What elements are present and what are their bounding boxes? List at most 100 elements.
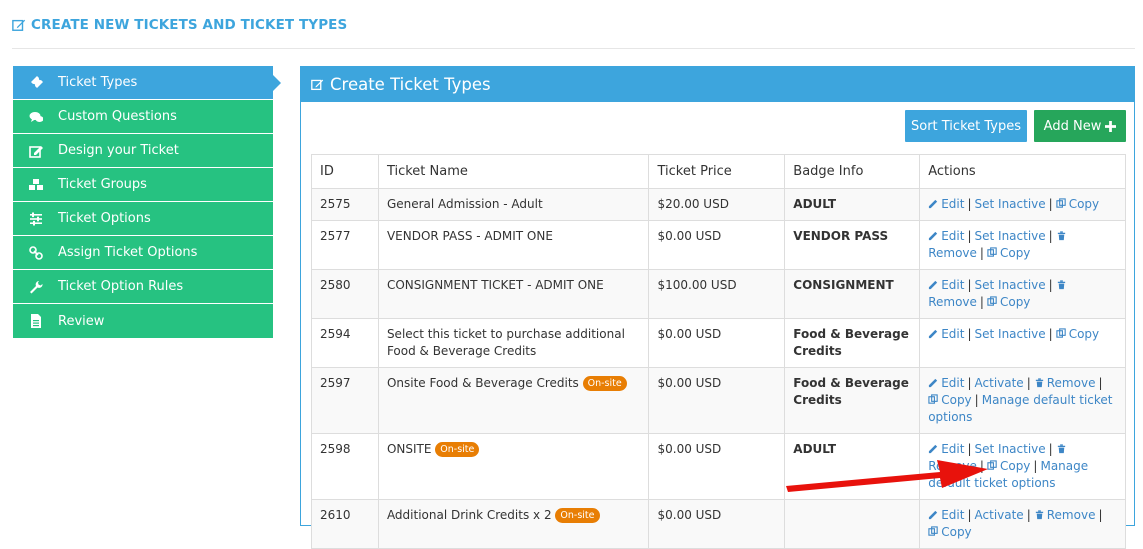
sidebar-item-ticket-options[interactable]: Ticket Options: [13, 202, 273, 236]
sidebar-item-label: Assign Ticket Options: [58, 245, 198, 260]
action-label: Set Inactive: [974, 278, 1046, 292]
onsite-badge: On-site: [582, 376, 627, 391]
sidebar: Ticket Types Custom Questions Design your …: [13, 66, 281, 338]
action-set-inactive-link[interactable]: Set Inactive: [975, 197, 1046, 211]
action-label: Copy: [941, 393, 972, 407]
action-separator: |: [967, 376, 972, 390]
badge-info: [784, 499, 921, 549]
page-header: CREATE NEW TICKETS AND TICKET TYPES: [12, 14, 347, 36]
sidebar-item-ticket-option-rules[interactable]: Ticket Option Rules: [13, 270, 273, 304]
add-new-label: Add New: [1043, 118, 1102, 134]
action-copy-link[interactable]: Copy: [1056, 327, 1099, 341]
ticket-price: $0.00 USD: [648, 318, 786, 368]
badge-info: ADULT: [784, 188, 921, 221]
action-label: Activate: [974, 508, 1024, 522]
sidebar-item-ticket-groups[interactable]: Ticket Groups: [13, 168, 273, 202]
table-row: 2577 VENDOR PASS - ADMIT ONE $0.00 USD VEND…: [311, 220, 1126, 270]
action-activate-link[interactable]: Activate: [975, 508, 1024, 522]
action-label: Edit: [941, 327, 965, 341]
action-label: Set Inactive: [974, 197, 1046, 211]
copy-icon: [1056, 328, 1066, 338]
action-remove-link[interactable]: Remove: [1034, 376, 1095, 390]
action-separator: |: [967, 508, 972, 522]
action-copy-link[interactable]: Copy: [987, 295, 1030, 309]
ticket-name-cell: Onsite Food & Beverage Credits On-site: [377, 367, 650, 434]
ticket-price: $0.00 USD: [648, 220, 786, 270]
trash-icon: [1057, 444, 1065, 454]
action-copy-link[interactable]: Copy: [928, 393, 972, 407]
ticket-price: $20.00 USD: [648, 188, 786, 221]
actions-cell: Edit | Set Inactive |Remove | Copy | Manage def…: [919, 433, 1126, 500]
sidebar-item-design-your-ticket[interactable]: Design your Ticket: [13, 134, 273, 168]
table-row: 2575 General Admission - Adult $20.00 USD A…: [311, 188, 1126, 221]
link-icon: [13, 245, 58, 260]
table-header-row: ID Ticket Name Ticket Price Badge Info Actio…: [311, 154, 1126, 189]
plus-icon: [1105, 120, 1117, 132]
edit-icon: [311, 79, 324, 91]
action-set-inactive-link[interactable]: Set Inactive: [975, 278, 1046, 292]
pencil-icon: [929, 510, 938, 520]
action-label: Edit: [941, 442, 965, 456]
action-edit-link[interactable]: Edit: [928, 442, 964, 456]
trash-icon: [1035, 510, 1043, 520]
onsite-badge: On-site: [555, 508, 600, 523]
panel-header: Create Ticket Types: [301, 67, 1134, 102]
action-label: Set Inactive: [974, 442, 1046, 456]
ticket-id: 2575: [311, 188, 379, 221]
action-copy-link[interactable]: Copy: [987, 459, 1030, 473]
action-copy-link[interactable]: Copy: [928, 525, 972, 539]
sidebar-item-ticket-types[interactable]: Ticket Types: [13, 66, 281, 100]
ticket-name-cell: CONSIGNMENT TICKET - ADMIT ONE: [377, 269, 650, 319]
badge-info: Food & Beverage Credits: [784, 367, 921, 434]
action-label: Edit: [941, 197, 965, 211]
action-label: Remove: [928, 295, 977, 309]
ticket-id: 2577: [311, 220, 379, 270]
sidebar-item-label: Ticket Option Rules: [58, 279, 184, 294]
edit-icon: [12, 19, 26, 31]
action-label: Copy: [1068, 327, 1100, 341]
column-header: Badge Info: [784, 154, 921, 189]
action-separator: |: [1048, 229, 1053, 243]
ticket-icon: [13, 75, 58, 90]
action-copy-link[interactable]: Copy: [987, 246, 1030, 260]
column-header: Actions: [919, 154, 1126, 189]
copy-icon: [987, 247, 997, 257]
action-copy-link[interactable]: Copy: [1056, 197, 1099, 211]
wrench-icon: [13, 280, 58, 294]
sidebar-item-custom-questions[interactable]: Custom Questions: [13, 100, 273, 134]
pencil-icon: [929, 231, 938, 241]
pencil-icon: [929, 444, 938, 454]
action-edit-link[interactable]: Edit: [928, 229, 964, 243]
action-label: Copy: [941, 525, 972, 539]
action-edit-link[interactable]: Edit: [928, 327, 964, 341]
column-header: Ticket Price: [648, 154, 786, 189]
pencil-icon: [929, 280, 938, 290]
action-edit-link[interactable]: Edit: [928, 376, 964, 390]
ticket-name: VENDOR PASS - ADMIT ONE: [386, 229, 553, 243]
actions-cell: Edit | Activate | Remove |Copy | Manage default…: [919, 367, 1126, 434]
table-row: 2610 Additional Drink Credits x 2 On-site…: [311, 499, 1126, 549]
action-edit-link[interactable]: Edit: [928, 197, 964, 211]
action-separator: |: [1098, 376, 1103, 390]
action-set-inactive-link[interactable]: Set Inactive: [975, 442, 1046, 456]
action-remove-link[interactable]: Remove: [1034, 508, 1095, 522]
action-set-inactive-link[interactable]: Set Inactive: [975, 327, 1046, 341]
sort-ticket-types-button[interactable]: Sort Ticket Types: [905, 110, 1027, 142]
ticket-name-cell: Select this ticket to purchase additiona…: [377, 318, 650, 368]
column-header: ID: [311, 154, 379, 189]
action-edit-link[interactable]: Edit: [928, 508, 964, 522]
sidebar-item-review[interactable]: Review: [13, 304, 273, 338]
page-title: CREATE NEW TICKETS AND TICKET TYPES: [31, 17, 348, 33]
action-activate-link[interactable]: Activate: [975, 376, 1024, 390]
ticket-id: 2594: [311, 318, 379, 368]
ticket-name-cell: Additional Drink Credits x 2 On-site: [377, 499, 650, 549]
ticket-price: $0.00 USD: [648, 367, 786, 434]
action-label: Edit: [941, 508, 965, 522]
sidebar-item-assign-ticket-options[interactable]: Assign Ticket Options: [13, 236, 273, 270]
action-separator: |: [1026, 376, 1031, 390]
column-header: Ticket Name: [377, 154, 650, 189]
add-new-button[interactable]: Add New: [1034, 110, 1126, 142]
action-edit-link[interactable]: Edit: [928, 278, 964, 292]
ticket-name-cell: ONSITE On-site: [377, 433, 650, 500]
action-set-inactive-link[interactable]: Set Inactive: [975, 229, 1046, 243]
